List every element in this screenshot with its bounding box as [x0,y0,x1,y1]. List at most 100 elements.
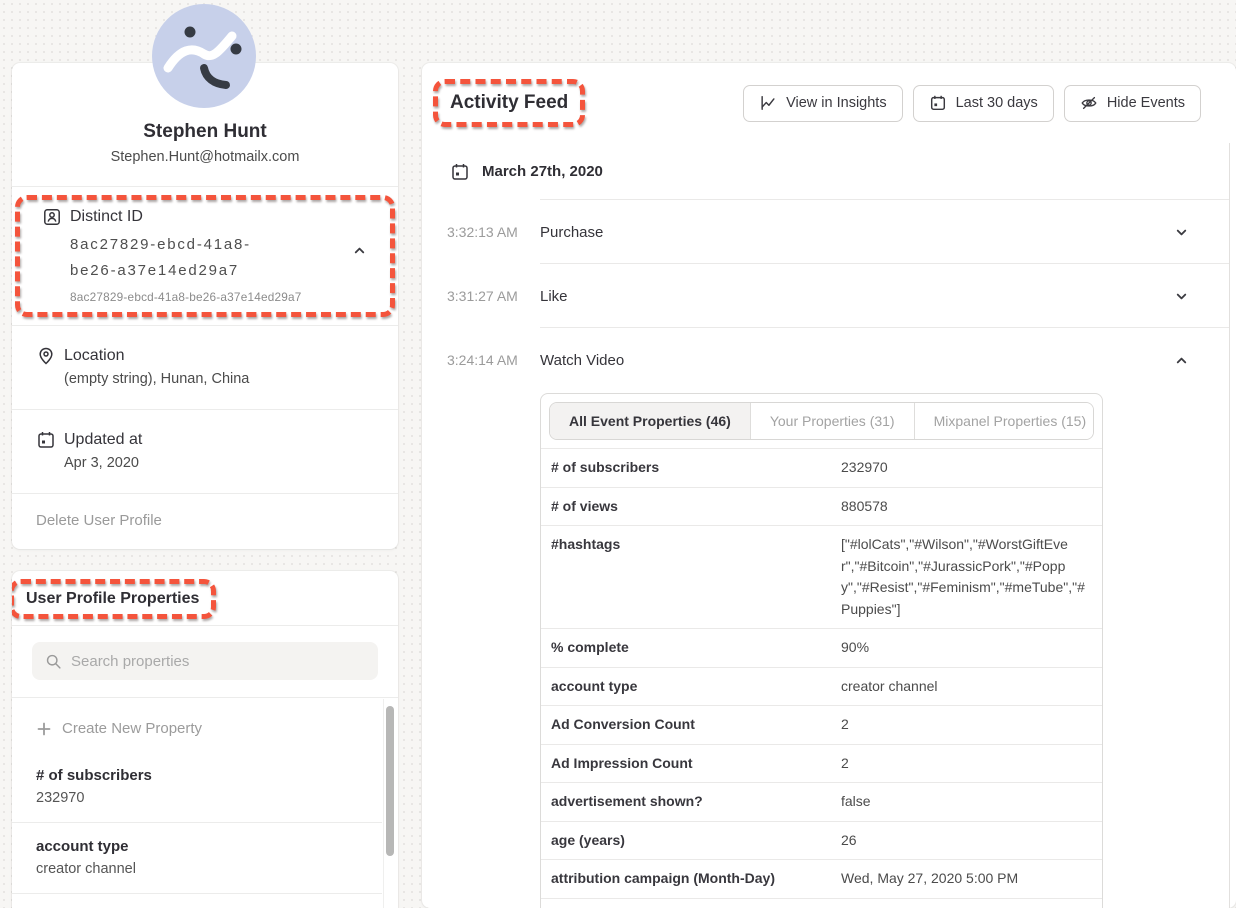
distinct-id-value: 8ac27829-ebcd-41a8-be26-a37e14ed29a7 [70,232,332,283]
table-row: Ad Impression Count 2 [541,744,1102,783]
event-time: 3:24:14 AM [447,352,540,368]
hide-events-label: Hide Events [1107,95,1185,111]
list-item[interactable]: account type creator channel [12,823,382,894]
view-in-insights-button[interactable]: View in Insights [743,85,902,122]
chevron-up-icon [352,243,367,258]
property-label: account type [551,676,841,697]
properties-list: Create New Property # of subscribers 232… [12,699,398,908]
properties-title: User Profile Properties [26,590,199,608]
activity-feed-title-box: Activity Feed [433,79,585,127]
create-new-property-button[interactable]: Create New Property [12,699,398,752]
distinct-id-label: Distinct ID [70,208,143,226]
user-name: Stephen Hunt [32,121,378,143]
table-row: attribution campaign (Month-Day) Wed, Ma… [541,859,1102,898]
location-value: (empty string), Hunan, China [64,371,374,387]
event-row-like[interactable]: 3:31:27 AM Like [422,264,1229,328]
delete-user-profile-link[interactable]: Delete User Profile [12,494,398,549]
user-profile-properties-card: User Profile Properties Create New Prope… [12,571,398,908]
property-label: attribution campaign (Month-Day) [551,868,841,889]
calendar-icon [36,430,56,450]
distinct-id-section: Distinct ID 8ac27829-ebcd-41a8-be26-a37e… [15,195,395,317]
property-value: 232970 [36,790,374,806]
view-in-insights-label: View in Insights [786,95,886,111]
date-group-label: March 27th, 2020 [482,163,603,180]
event-properties-panel: All Event Properties (46) Your Propertie… [540,393,1103,908]
chevron-down-icon [1174,289,1189,304]
property-label: Ad Conversion Count [551,714,841,735]
chevron-up-icon [1174,353,1189,368]
scrollbar-thumb[interactable] [386,706,394,856]
updated-at-section: Updated at Apr 3, 2020 [12,410,398,493]
activity-feed-card: Activity Feed View in Insights Last 30 d… [422,63,1236,908]
distinct-id-value-small: 8ac27829-ebcd-41a8-be26-a37e14ed29a7 [70,290,375,304]
property-label: % complete [551,637,841,658]
date-group-header: March 27th, 2020 [422,143,1229,200]
event-name: Purchase [540,224,603,241]
event-name: Like [540,288,568,305]
property-label: #hashtags [551,534,841,555]
search-properties-input[interactable] [71,653,365,670]
avatar [152,4,256,108]
event-properties-tabs: All Event Properties (46) Your Propertie… [549,402,1094,440]
property-value: creator channel [841,676,1092,698]
property-value: Wed, May 27, 2020 5:00 PM [841,868,1092,890]
property-value: false [841,791,1092,813]
activity-feed-title: Activity Feed [450,92,568,114]
tab-mixpanel-properties[interactable]: Mixpanel Properties (15) [915,403,1094,439]
user-profile-sidebar: Stephen Hunt Stephen.Hunt@hotmailx.com D… [12,63,398,908]
expand-event-button[interactable] [1174,289,1189,304]
event-time: 3:32:13 AM [447,224,540,240]
plus-icon [36,721,52,737]
calendar-icon [929,94,947,112]
property-label: # of views [551,496,841,517]
table-row: advertisement shown? false [541,782,1102,821]
property-value: ["#lolCats","#Wilson","#WorstGiftEver","… [841,534,1092,620]
expand-event-button[interactable] [1174,225,1189,240]
date-range-label: Last 30 days [956,95,1038,111]
property-label: # of subscribers [551,457,841,478]
divider [12,625,398,626]
property-value: 90% [841,637,1092,659]
contact-card-icon [42,207,62,227]
table-row: account type creator channel [541,667,1102,706]
hide-events-button[interactable]: Hide Events [1064,85,1201,122]
properties-scrollbar-track[interactable] [383,699,398,908]
avatar-doodle-icon [152,4,256,108]
table-row: # of views 880578 [541,487,1102,526]
property-value: 880578 [841,496,1092,518]
insights-chart-icon [759,94,777,112]
table-row: Ad Conversion Count 2 [541,705,1102,744]
search-box [32,642,378,680]
list-item[interactable]: # of subscribers 232970 [12,752,382,823]
event-row-watch-video[interactable]: 3:24:14 AM Watch Video [422,328,1229,392]
event-row-purchase[interactable]: 3:32:13 AM Purchase [422,200,1229,264]
date-range-button[interactable]: Last 30 days [913,85,1054,122]
property-value: 26 [841,830,1092,852]
eye-off-icon [1080,94,1098,112]
property-value: 2 [841,753,1092,775]
search-row [12,626,398,697]
collapse-event-button[interactable] [1174,353,1189,368]
search-icon [45,653,62,670]
property-value: 232970 [841,457,1092,479]
property-name: account type [36,838,374,855]
calendar-icon [450,162,470,182]
collapse-distinct-id-button[interactable] [352,243,367,258]
property-value: 2 [841,714,1092,736]
event-time: 3:31:27 AM [447,288,540,304]
table-row: #hashtags ["#lolCats","#Wilson","#WorstG… [541,525,1102,628]
tab-your-properties[interactable]: Your Properties (31) [751,403,915,439]
divider [12,697,398,698]
table-row: # of subscribers 232970 [541,448,1102,487]
updated-at-value: Apr 3, 2020 [64,455,374,471]
updated-at-label: Updated at [64,431,142,449]
activity-feed-scroll-area[interactable]: March 27th, 2020 3:32:13 AM Purchase 3:3… [422,143,1230,908]
property-value: creator channel [36,861,374,877]
feed-toolbar: View in Insights Last 30 days Hide Event… [743,85,1201,122]
chevron-down-icon [1174,225,1189,240]
property-name: # of subscribers [36,767,374,784]
table-row: age (years) 26 [541,821,1102,860]
tab-all-event-properties[interactable]: All Event Properties (46) [550,403,751,439]
create-new-property-label: Create New Property [62,720,202,737]
user-profile-card: Stephen Hunt Stephen.Hunt@hotmailx.com D… [12,63,398,549]
